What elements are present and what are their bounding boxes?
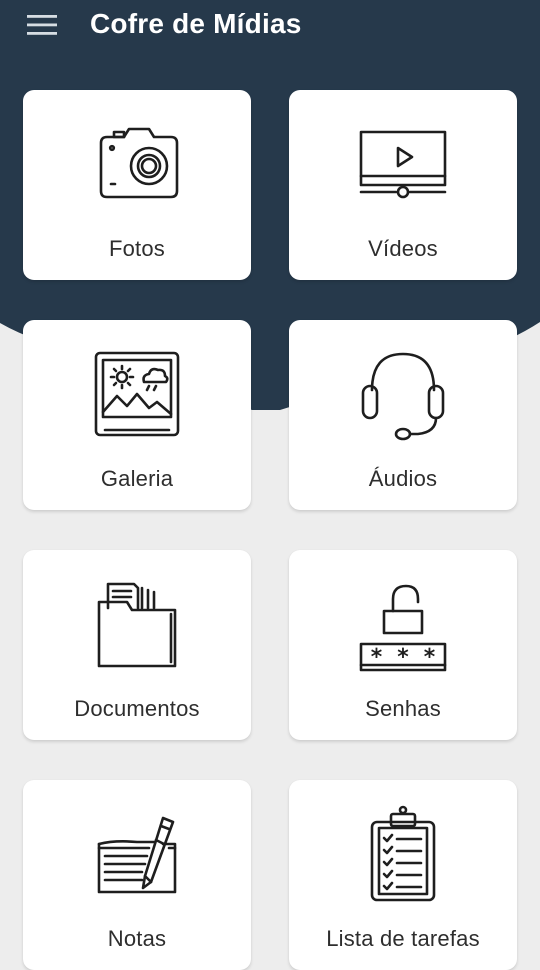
hamburger-menu-icon (27, 15, 57, 35)
tile-galeria[interactable]: Galeria (23, 320, 251, 510)
tile-documentos[interactable]: Documentos (23, 550, 251, 740)
tile-label-videos: Vídeos (368, 236, 438, 261)
picture-frame-icon (87, 344, 187, 444)
tile-notas[interactable]: Notas (23, 780, 251, 970)
menu-button[interactable] (22, 8, 62, 42)
tile-label-fotos: Fotos (108, 236, 166, 261)
app-title: Cofre de Mídias (90, 8, 302, 39)
video-player-icon (353, 114, 453, 214)
camera-icon (87, 114, 187, 214)
tile-label-audios: Áudios (368, 466, 438, 491)
notepad-pen-icon (87, 804, 187, 904)
tile-label-documentos: Documentos (74, 696, 200, 721)
tile-label-notas: Notas (107, 926, 167, 951)
tile-label-lista-de-tarefas: Lista de tarefas (326, 926, 480, 951)
folder-documents-icon (87, 574, 187, 674)
padlock-password-icon: * * * (353, 574, 453, 674)
tile-videos[interactable]: Vídeos (289, 90, 517, 280)
tile-label-galeria: Galeria (100, 466, 174, 491)
tile-fotos[interactable]: Fotos (23, 90, 251, 280)
clipboard-checklist-icon (353, 804, 453, 904)
app-bar: Cofre de Mídias (0, 0, 540, 52)
tile-lista-de-tarefas[interactable]: Lista de tarefas (289, 780, 517, 970)
tile-label-senhas: Senhas (365, 696, 441, 721)
tile-senhas[interactable]: * * * Senhas (289, 550, 517, 740)
headset-icon (353, 344, 453, 444)
svg-text:* * *: * * * (370, 645, 436, 670)
tile-audios[interactable]: Áudios (289, 320, 517, 510)
